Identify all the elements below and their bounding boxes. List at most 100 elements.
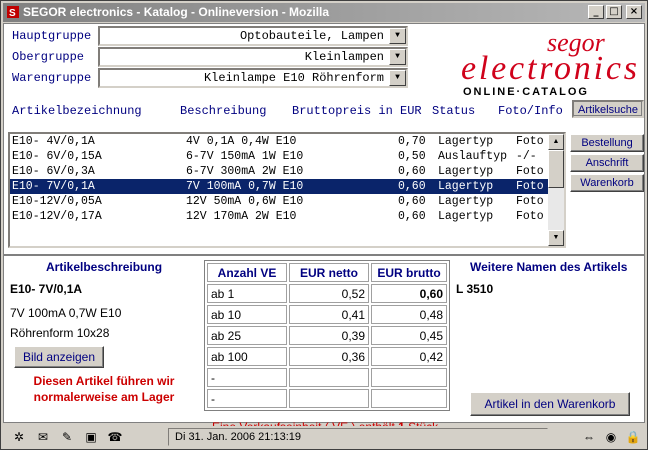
maximize-button[interactable]: □ bbox=[606, 5, 622, 19]
bild-anzeigen-button[interactable]: Bild anzeigen bbox=[14, 346, 104, 368]
obergruppe-value: Kleinlampen bbox=[304, 50, 384, 64]
add-to-cart-button[interactable]: Artikel in den Warenkorb bbox=[470, 392, 630, 416]
stock-note-2: normalerweise am Lager bbox=[33, 390, 175, 404]
price-netto bbox=[289, 368, 369, 387]
list-item-status: Lagertyp bbox=[438, 210, 494, 223]
table-row: ab 25 0,39 0,45 bbox=[207, 326, 447, 345]
logo-catalog: ONLINE·CATALOG bbox=[463, 86, 589, 98]
list-item-desc: 12V 50mA 0,6W E10 bbox=[186, 195, 304, 208]
price-brutto: 0,45 bbox=[371, 326, 447, 345]
price-qty: ab 1 bbox=[207, 284, 287, 303]
scroll-up-icon[interactable]: ▲ bbox=[548, 134, 564, 150]
list-item-status: Auslauftyp bbox=[438, 150, 508, 163]
connection-icon: ⇔ bbox=[583, 430, 595, 444]
detail-name: E10- 7V/0,1A bbox=[10, 282, 83, 296]
detail-line2: Röhrenform 10x28 bbox=[10, 326, 110, 340]
price-qty: ab 100 bbox=[207, 347, 287, 366]
list-item-price: 0,60 bbox=[398, 180, 426, 193]
logo-electronics: electronics bbox=[461, 50, 637, 87]
window-title: SEGOR electronics - Katalog - Onlinevers… bbox=[23, 5, 330, 19]
col-beschreibung: Beschreibung bbox=[180, 104, 267, 118]
minimize-button[interactable]: _ bbox=[588, 5, 604, 19]
list-item-foto: Foto bbox=[516, 195, 544, 208]
obergruppe-select[interactable]: Kleinlampen ▼ bbox=[98, 47, 408, 67]
detail-heading: Artikelbeschreibung bbox=[46, 260, 163, 274]
price-qty: ab 10 bbox=[207, 305, 287, 324]
price-brutto bbox=[371, 389, 447, 408]
price-table: Anzahl VE EUR netto EUR brutto ab 1 0,52… bbox=[204, 260, 450, 411]
list-item-status: Lagertyp bbox=[438, 135, 494, 148]
col-foto: Foto/Info bbox=[498, 104, 563, 118]
list-item-foto: Foto bbox=[516, 165, 544, 178]
table-row: - bbox=[207, 368, 447, 387]
chevron-down-icon[interactable]: ▼ bbox=[389, 70, 406, 86]
svg-text:S: S bbox=[9, 8, 16, 19]
close-button[interactable]: × bbox=[626, 5, 642, 19]
list-item[interactable]: E10-12V/0,05A 12V 50mA 0,6W E10 0,60 Lag… bbox=[10, 194, 550, 209]
list-item-desc: 6-7V 150mA 1W E10 bbox=[186, 150, 304, 163]
scroll-thumb[interactable] bbox=[548, 150, 564, 188]
list-item-desc: 12V 170mA 2W E10 bbox=[186, 210, 297, 223]
table-row: ab 100 0,36 0,42 bbox=[207, 347, 447, 366]
anschrift-button[interactable]: Anschrift bbox=[570, 154, 644, 172]
price-qty: - bbox=[207, 389, 287, 408]
col-preis: Bruttopreis in EUR bbox=[292, 104, 422, 118]
list-item-price: 0,60 bbox=[398, 195, 426, 208]
list-item-status: Lagertyp bbox=[438, 165, 494, 178]
stock-note-1: Diesen Artikel führen wir bbox=[33, 374, 175, 388]
list-item-selected[interactable]: E10- 7V/0,1A 7V 100mA 0,7W E10 0,60 Lage… bbox=[10, 179, 550, 194]
list-item-foto: Foto bbox=[516, 210, 544, 223]
list-item[interactable]: E10-12V/0,17A 12V 170mA 2W E10 0,60 Lage… bbox=[10, 209, 550, 224]
price-qty: - bbox=[207, 368, 287, 387]
privacy-icon[interactable]: ◉ bbox=[603, 429, 619, 445]
price-qty: ab 25 bbox=[207, 326, 287, 345]
list-item-name: E10-12V/0,17A bbox=[12, 210, 102, 223]
search-button[interactable]: Artikelsuche bbox=[572, 100, 644, 118]
list-item-desc: 6-7V 300mA 2W E10 bbox=[186, 165, 304, 178]
list-item-price: 0,70 bbox=[398, 135, 426, 148]
status-text: Di 31. Jan. 2006 21:13:19 bbox=[168, 428, 548, 446]
bestellung-button[interactable]: Bestellung bbox=[570, 134, 644, 152]
list-item-foto: Foto bbox=[516, 135, 544, 148]
price-netto: 0,52 bbox=[289, 284, 369, 303]
list-item-foto: Foto bbox=[516, 180, 544, 193]
hauptgruppe-label: Hauptgruppe bbox=[12, 29, 92, 43]
list-item-desc: 4V 0,1A 0,4W E10 bbox=[186, 135, 297, 148]
list-item-name: E10- 4V/0,1A bbox=[12, 135, 95, 148]
col-artikel: Artikelbezeichnung bbox=[12, 104, 142, 118]
chevron-down-icon[interactable]: ▼ bbox=[389, 28, 406, 44]
composer-icon[interactable]: ✎ bbox=[59, 429, 75, 445]
col-eur-brutto: EUR brutto bbox=[371, 263, 447, 282]
warenkorb-button[interactable]: Warenkorb bbox=[570, 174, 644, 192]
list-item-foto: -/- bbox=[516, 150, 537, 163]
status-bar: ✲ ✉ ✎ ▣ ☎ Di 31. Jan. 2006 21:13:19 ⇔ ◉ … bbox=[3, 426, 647, 448]
list-scrollbar[interactable]: ▲ ▼ bbox=[548, 134, 564, 246]
hauptgruppe-select[interactable]: Optobauteile, Lampen ▼ bbox=[98, 26, 408, 46]
list-item[interactable]: E10- 6V/0,3A 6-7V 300mA 2W E10 0,60 Lage… bbox=[10, 164, 550, 179]
chat-icon[interactable]: ☎ bbox=[107, 429, 123, 445]
price-netto bbox=[289, 389, 369, 408]
list-item-name: E10- 6V/0,3A bbox=[12, 165, 95, 178]
detail-line1: 7V 100mA 0,7W E10 bbox=[10, 306, 122, 320]
addressbook-icon[interactable]: ▣ bbox=[83, 429, 99, 445]
price-brutto bbox=[371, 368, 447, 387]
page-content: Hauptgruppe Optobauteile, Lampen ▼ Oberg… bbox=[3, 23, 645, 434]
list-item-desc: 7V 100mA 0,7W E10 bbox=[186, 180, 304, 193]
price-netto: 0,39 bbox=[289, 326, 369, 345]
list-item[interactable]: E10- 4V/0,1A 4V 0,1A 0,4W E10 0,70 Lager… bbox=[10, 134, 550, 149]
warengruppe-select[interactable]: Kleinlampe E10 Röhrenform ▼ bbox=[98, 68, 408, 88]
list-item-status: Lagertyp bbox=[438, 180, 494, 193]
mail-icon[interactable]: ✉ bbox=[35, 429, 51, 445]
list-item-price: 0,50 bbox=[398, 150, 426, 163]
article-list[interactable]: E10- 4V/0,1A 4V 0,1A 0,4W E10 0,70 Lager… bbox=[8, 132, 566, 248]
warengruppe-label: Warengruppe bbox=[12, 71, 92, 85]
list-item[interactable]: E10- 6V/0,15A 6-7V 150mA 1W E10 0,50 Aus… bbox=[10, 149, 550, 164]
article-detail: Artikelbeschreibung E10- 7V/0,1A 7V 100m… bbox=[4, 256, 644, 434]
list-item-price: 0,60 bbox=[398, 210, 426, 223]
lock-icon: 🔒 bbox=[625, 430, 641, 444]
chevron-down-icon[interactable]: ▼ bbox=[389, 49, 406, 65]
list-item-name: E10- 6V/0,15A bbox=[12, 150, 102, 163]
col-eur-netto: EUR netto bbox=[289, 263, 369, 282]
scroll-down-icon[interactable]: ▼ bbox=[548, 230, 564, 246]
navigator-icon[interactable]: ✲ bbox=[11, 429, 27, 445]
